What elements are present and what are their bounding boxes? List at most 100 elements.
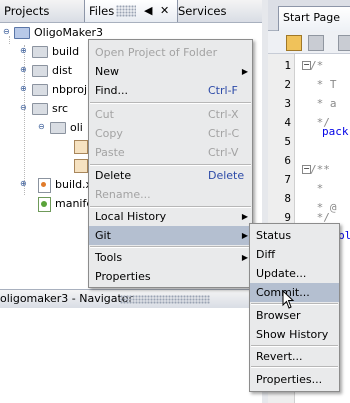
menu-item-local-history[interactable]: Local History ▶ — [89, 207, 252, 226]
folder-icon — [50, 122, 66, 134]
menu-item-cut[interactable]: Cut Ctrl-X — [89, 105, 252, 124]
tree-item-label: build — [52, 45, 80, 58]
menu-item-label: Rename... — [95, 188, 151, 201]
menu-item-label: Update... — [256, 267, 307, 280]
expand-icon[interactable]: ⊕ — [20, 85, 28, 93]
tree-item-nbproject[interactable]: nbproj — [32, 81, 87, 99]
tree-item-dist[interactable]: dist — [32, 62, 72, 80]
tree-item-label: nbproj — [52, 83, 88, 96]
menu-item-label: Show History — [256, 328, 329, 341]
line-number: 1 — [284, 59, 291, 72]
menu-item-find[interactable]: Find... Ctrl-F — [89, 81, 252, 100]
menu-item-label: Paste — [95, 146, 125, 159]
menu-item-open-project[interactable]: Open Project of Folder — [89, 43, 252, 62]
menu-item-label: Open Project of Folder — [95, 46, 218, 59]
submenu-arrow-icon: ▶ — [241, 231, 248, 240]
folder-icon — [32, 46, 48, 58]
tab-start-page-label: Start Page — [283, 11, 340, 24]
menu-item-copy[interactable]: Copy Ctrl-C — [89, 124, 252, 143]
code-line: * a — [310, 97, 337, 110]
expand-icon[interactable]: ⊕ — [20, 47, 28, 55]
tab-services[interactable]: Services — [174, 0, 264, 22]
project-icon — [14, 27, 30, 39]
editor-toolbar — [268, 31, 350, 54]
tree-item-build[interactable]: build — [32, 43, 79, 61]
source-icon[interactable] — [286, 35, 302, 51]
folder-icon — [32, 65, 48, 77]
navigator-panel — [0, 308, 262, 403]
menu-item-label: Delete — [95, 169, 132, 182]
collapse-icon[interactable]: ⊖ — [20, 104, 28, 112]
back-icon[interactable] — [308, 35, 324, 51]
collapse-icon[interactable]: ⊖ — [38, 123, 46, 131]
menu-item-label: Cut — [95, 108, 114, 121]
editor-tab-bar: Start Page — [268, 0, 350, 31]
navigator-title: oligomaker3 - Navigator — [0, 292, 134, 305]
close-icon[interactable]: ✕ — [160, 0, 169, 22]
menu-item-label: Copy — [95, 127, 123, 140]
menu-item-tools[interactable]: Tools ▶ — [89, 248, 252, 267]
code-line: /** — [310, 163, 330, 176]
tab-projects[interactable]: Projects — [0, 0, 85, 22]
menu-item-label: Properties — [95, 270, 151, 283]
menu-item-label: Diff — [256, 248, 276, 261]
minimize-icon[interactable]: ◀ — [144, 0, 152, 22]
navigator-header: oligomaker3 - Navigator — [0, 289, 262, 309]
shortcut-label: Ctrl-X — [208, 108, 239, 121]
java-file-icon — [74, 159, 88, 173]
line-number: 6 — [284, 154, 291, 167]
menu-item-paste[interactable]: Paste Ctrl-V — [89, 143, 252, 162]
manifest-file-icon — [38, 196, 51, 212]
menu-separator — [251, 366, 338, 368]
git-menu-item-properties[interactable]: Properties... — [250, 370, 339, 389]
git-menu-item-diff[interactable]: Diff — [250, 245, 339, 264]
mouse-pointer-icon — [282, 290, 295, 309]
menu-item-label: Properties... — [256, 373, 323, 386]
menu-item-label: Local History — [95, 210, 167, 223]
navigator-grip — [120, 295, 210, 304]
shortcut-label: Ctrl-V — [208, 146, 239, 159]
menu-item-rename[interactable]: Rename... — [89, 185, 252, 204]
submenu-arrow-icon: ▶ — [241, 253, 248, 262]
tree-item-src[interactable]: src — [32, 100, 68, 118]
tree-item-label: build.x — [55, 178, 93, 191]
menu-item-delete[interactable]: Delete Delete — [89, 166, 252, 185]
menu-item-label: Status — [256, 229, 292, 242]
submenu-arrow-icon: ▶ — [241, 212, 248, 221]
expand-icon[interactable]: ⊕ — [20, 66, 28, 74]
tree-item-manifest[interactable]: manife — [38, 195, 93, 213]
tab-grip — [116, 5, 136, 17]
forward-icon[interactable] — [338, 35, 350, 51]
shortcut-label: Delete — [208, 169, 245, 182]
submenu-arrow-icon: ▶ — [241, 67, 248, 76]
java-file-icon — [74, 140, 88, 154]
code-line: pack — [322, 125, 349, 138]
git-menu-item-update[interactable]: Update... — [250, 264, 339, 283]
tree-item-label: OligoMaker3 — [34, 26, 103, 39]
panel-tab-bar: Projects Files ◀ ✕ Services — [0, 0, 262, 23]
line-number: 3 — [284, 97, 291, 110]
menu-item-git[interactable]: Git ▶ — [89, 226, 252, 245]
line-number: 8 — [284, 192, 291, 205]
line-number: 7 — [284, 173, 291, 186]
menu-item-label: Tools — [95, 251, 123, 264]
menu-item-properties[interactable]: Properties — [89, 267, 252, 286]
git-menu-item-show-history[interactable]: Show History — [250, 325, 339, 344]
tree-item-label: oli — [70, 121, 83, 134]
code-line: /* — [310, 59, 324, 72]
shortcut-label: Ctrl-C — [208, 127, 240, 140]
tree-item-build-xml[interactable]: build.x — [38, 176, 92, 194]
git-menu-item-status[interactable]: Status — [250, 226, 339, 245]
menu-separator — [90, 102, 251, 104]
tree-item-package[interactable]: oli — [50, 119, 83, 137]
menu-item-new[interactable]: New ▶ — [89, 62, 252, 81]
git-menu-item-revert[interactable]: Revert... — [250, 347, 339, 366]
tree-line — [9, 36, 10, 44]
expand-icon[interactable]: ⊕ — [20, 180, 28, 188]
menu-item-label: Find... — [95, 84, 129, 97]
tab-start-page[interactable]: Start Page — [278, 6, 350, 31]
collapse-icon[interactable]: ⊖ — [3, 28, 11, 36]
shortcut-label: Ctrl-F — [208, 84, 238, 97]
code-line: * T — [310, 78, 337, 91]
xml-file-icon — [38, 177, 51, 193]
